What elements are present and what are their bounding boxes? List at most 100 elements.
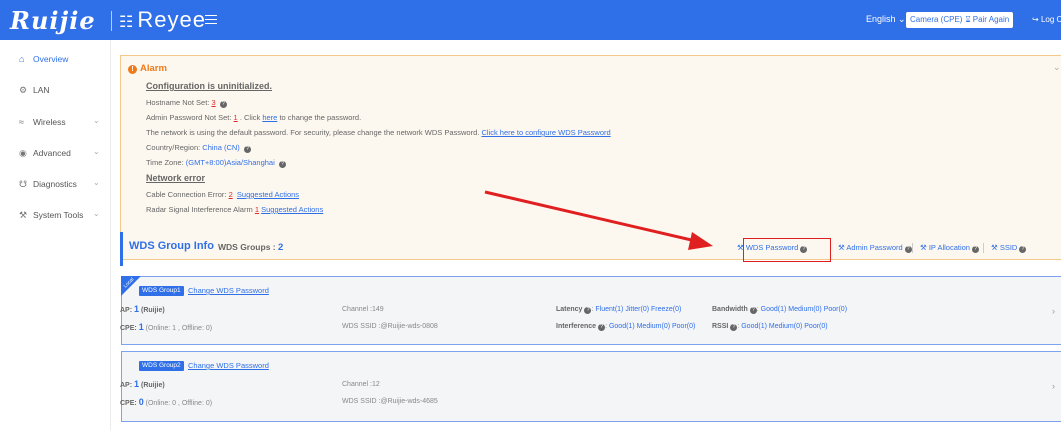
sidebar-item-label: Advanced [33, 148, 71, 158]
admin-rest: to change the password. [279, 113, 362, 122]
radar-count-link[interactable]: 1 [255, 205, 259, 214]
help-icon[interactable]: ? [971, 246, 979, 253]
cpe-field: CPE: 1 (Online: 1 , Offline: 0) [120, 322, 212, 332]
help-icon[interactable]: ? [278, 161, 286, 168]
help-icon[interactable]: ? [749, 307, 757, 314]
sidebar-item-label: System Tools [33, 210, 84, 220]
country-value[interactable]: China (CN) [202, 143, 240, 152]
change-wds-password-link[interactable]: Change WDS Password [188, 286, 269, 295]
admin-password-button[interactable]: ⚒ Admin Password? [838, 243, 912, 253]
alarm-title: ! Alarm [128, 63, 167, 74]
wds-group-info-title: WDS Group Info [129, 240, 214, 252]
chevron-down-icon: ⌄ [93, 147, 100, 156]
ap-label: AP: [120, 307, 133, 314]
timezone-line: Time Zone: (GMT+8:00)Asia/Shanghai ? [146, 158, 286, 168]
logout-label: Log O [1040, 15, 1061, 24]
timezone-label: Time Zone: [146, 158, 184, 167]
radar-suggested-actions-link[interactable]: Suggested Actions [261, 205, 323, 214]
ip-allocation-button[interactable]: ⚒ IP Allocation? [920, 243, 979, 253]
wds-groups-count: WDS Groups : 2 [218, 242, 283, 253]
sidebar-item-advanced[interactable]: ◉ Advanced ⌄ [0, 144, 111, 164]
sidebar-item-label: Wireless [33, 117, 66, 127]
language-selector[interactable]: English ⌄ [866, 14, 906, 25]
sidebar-item-overview[interactable]: ⌂ Overview [0, 50, 111, 70]
bandwidth-label: Bandwidth [712, 306, 748, 313]
help-icon[interactable]: ? [1019, 246, 1027, 253]
logout-button[interactable]: ↪ Log O [1032, 15, 1061, 24]
sidebar-item-system-tools[interactable]: ⚒ System Tools ⌄ [0, 206, 111, 226]
radar-label: Radar Signal Interference Alarm [146, 205, 253, 214]
wds-group-card[interactable]: Local WDS Group1 Change WDS Password AP:… [120, 276, 1061, 345]
sidebar-item-diagnostics[interactable]: ☋ Diagnostics ⌄ [0, 175, 111, 195]
sidebar-item-wireless[interactable]: ≈ Wireless ⌄ [0, 113, 111, 133]
latency-field: Latency?: Fluent(1) Jitter(0) Freeze(0) [556, 306, 682, 314]
change-wds-password-link[interactable]: Change WDS Password [188, 361, 269, 370]
language-label: English [866, 14, 896, 24]
network-error-heading: Network error [146, 173, 206, 183]
cpe-count: 0 [138, 397, 144, 407]
chevron-down-icon[interactable]: ⌄ [1053, 62, 1061, 73]
cpe-label: CPE: [120, 325, 137, 332]
admin-password-label: Admin Password [846, 243, 903, 252]
logout-icon: ↪ [1032, 15, 1039, 24]
hostname-label: Hostname Not Set: [146, 98, 210, 107]
alert-icon: ! [128, 65, 137, 74]
menu-toggle-icon[interactable] [205, 12, 217, 26]
admin-here-link[interactable]: here [262, 113, 277, 122]
tools-icon: ⚒ [920, 243, 927, 252]
config-heading: Configuration is uninitialized. [146, 81, 272, 91]
bandwidth-field: Bandwidth?: Good(1) Medium(0) Poor(0) [712, 306, 848, 314]
wds-group-badge: WDS Group1 [139, 286, 184, 296]
interference-label: Interference [556, 323, 597, 330]
help-icon[interactable]: ? [730, 324, 738, 331]
pair-again-link[interactable]: ⌛︎ Pair Again [965, 15, 1009, 24]
help-icon[interactable]: ? [219, 101, 227, 108]
chevron-down-icon: ⌄ [93, 116, 100, 125]
country-line: Country/Region: China (CN) ? [146, 143, 251, 153]
alarm-panel: ! Alarm ⌄ Configuration is uninitialized.… [120, 55, 1061, 260]
cpe-field: CPE: 0 (Online: 0 , Offline: 0) [120, 397, 212, 407]
wds-group-card[interactable]: WDS Group2 Change WDS Password AP: 1 (Ru… [120, 351, 1061, 422]
wds-groups-number: 2 [277, 242, 284, 253]
configure-wds-password-link[interactable]: Click here to configure WDS Password [481, 128, 610, 137]
sidebar: ⌂ Overview ⚙ LAN ≈ Wireless ⌄ ◉ Advanced… [0, 40, 111, 430]
ap-count: 1 [134, 304, 140, 314]
reyee-logo: ☷ Reyee [119, 7, 206, 33]
chevron-down-icon: ⌄ [898, 14, 906, 24]
reyee-logo-text: Reyee [137, 7, 206, 32]
mode-pair-button[interactable]: Camera (CPE) ⌛︎ Pair Again [906, 12, 1014, 28]
rssi-label: RSSI [712, 323, 729, 330]
rssi-value[interactable]: Good(1) Medium(0) Poor(0) [741, 323, 827, 330]
cable-count-link[interactable]: 2 [229, 190, 233, 199]
cable-error-line: Cable Connection Error: 2 Suggested Acti… [146, 190, 299, 199]
diagnostics-icon: ☋ [19, 179, 27, 189]
alarm-title-text: Alarm [140, 63, 167, 74]
reyee-mark-icon: ☷ [119, 14, 135, 31]
latency-value[interactable]: Fluent(1) Jitter(0) Freeze(0) [595, 306, 681, 313]
sidebar-item-lan[interactable]: ⚙ LAN [0, 81, 111, 101]
help-icon[interactable]: ? [598, 324, 606, 331]
bandwidth-value[interactable]: Good(1) Medium(0) Poor(0) [761, 306, 847, 313]
help-icon[interactable]: ? [243, 146, 251, 153]
rssi-field: RSSI?: Good(1) Medium(0) Poor(0) [712, 323, 828, 331]
hostname-count-link[interactable]: 3 [211, 98, 215, 107]
admin-count-link[interactable]: 1 [234, 113, 238, 122]
cable-label: Cable Connection Error: [146, 190, 227, 199]
cpe-count: 1 [138, 322, 144, 332]
timezone-value[interactable]: (GMT+8:00)Asia/Shanghai [186, 158, 275, 167]
chevron-right-icon[interactable]: › [1052, 306, 1055, 316]
interference-value[interactable]: Good(1) Medium(0) Poor(0) [609, 323, 695, 330]
toolbar-divider [912, 243, 913, 253]
ssid-button[interactable]: ⚒ SSID? [991, 243, 1027, 253]
tools-icon: ⚒ [19, 210, 28, 220]
cable-suggested-actions-link[interactable]: Suggested Actions [237, 190, 299, 199]
wds-password-highlight-box [743, 238, 831, 262]
help-icon[interactable]: ? [584, 307, 592, 314]
help-icon[interactable]: ? [904, 246, 912, 253]
ip-allocation-label: IP Allocation [928, 243, 970, 252]
ap-count: 1 [134, 379, 140, 389]
radar-alarm-line: Radar Signal Interference Alarm 1 Sugges… [146, 205, 323, 214]
chevron-right-icon[interactable]: › [1052, 381, 1055, 391]
sidebar-item-label: LAN [33, 85, 50, 95]
tools-icon: ⚒ [838, 243, 845, 252]
